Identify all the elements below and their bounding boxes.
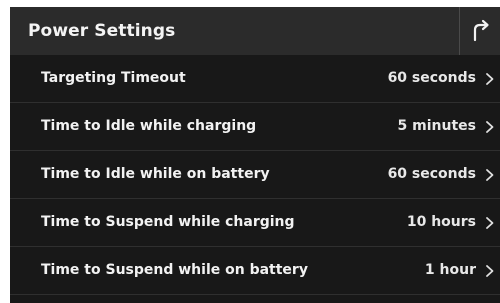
setting-row-idle-battery[interactable]: Time to Idle while on battery 60 seconds (10, 151, 500, 199)
setting-label: Time to Idle while charging (41, 118, 257, 134)
chevron-right-icon (486, 121, 494, 133)
setting-row-idle-charging[interactable]: Time to Idle while charging 5 minutes (10, 103, 500, 151)
setting-label: Time to Suspend while on battery (41, 262, 308, 278)
chevron-right-icon (486, 169, 494, 181)
setting-label: Targeting Timeout (41, 70, 186, 86)
back-button[interactable] (459, 7, 500, 55)
setting-label: Time to Idle while on battery (41, 166, 270, 182)
chevron-right-icon (486, 217, 494, 229)
setting-value: 60 seconds (387, 70, 476, 86)
setting-row-targeting-timeout[interactable]: Targeting Timeout 60 seconds (10, 55, 500, 103)
setting-row-suspend-charging[interactable]: Time to Suspend while charging 10 hours (10, 199, 500, 247)
chevron-right-icon (486, 265, 494, 277)
setting-value: 5 minutes (397, 118, 476, 134)
power-settings-screen: Power Settings Targeting Timeout 60 seco… (10, 7, 500, 303)
header-bar: Power Settings (10, 7, 500, 55)
chevron-right-icon (486, 73, 494, 85)
page-title: Power Settings (28, 21, 176, 41)
setting-label: Time to Suspend while charging (41, 214, 295, 230)
setting-value: 60 seconds (387, 166, 476, 182)
setting-value: 1 hour (424, 262, 476, 278)
setting-value: 10 hours (406, 214, 476, 230)
return-arrow-icon (473, 19, 489, 42)
setting-row-suspend-battery[interactable]: Time to Suspend while on battery 1 hour (10, 247, 500, 295)
